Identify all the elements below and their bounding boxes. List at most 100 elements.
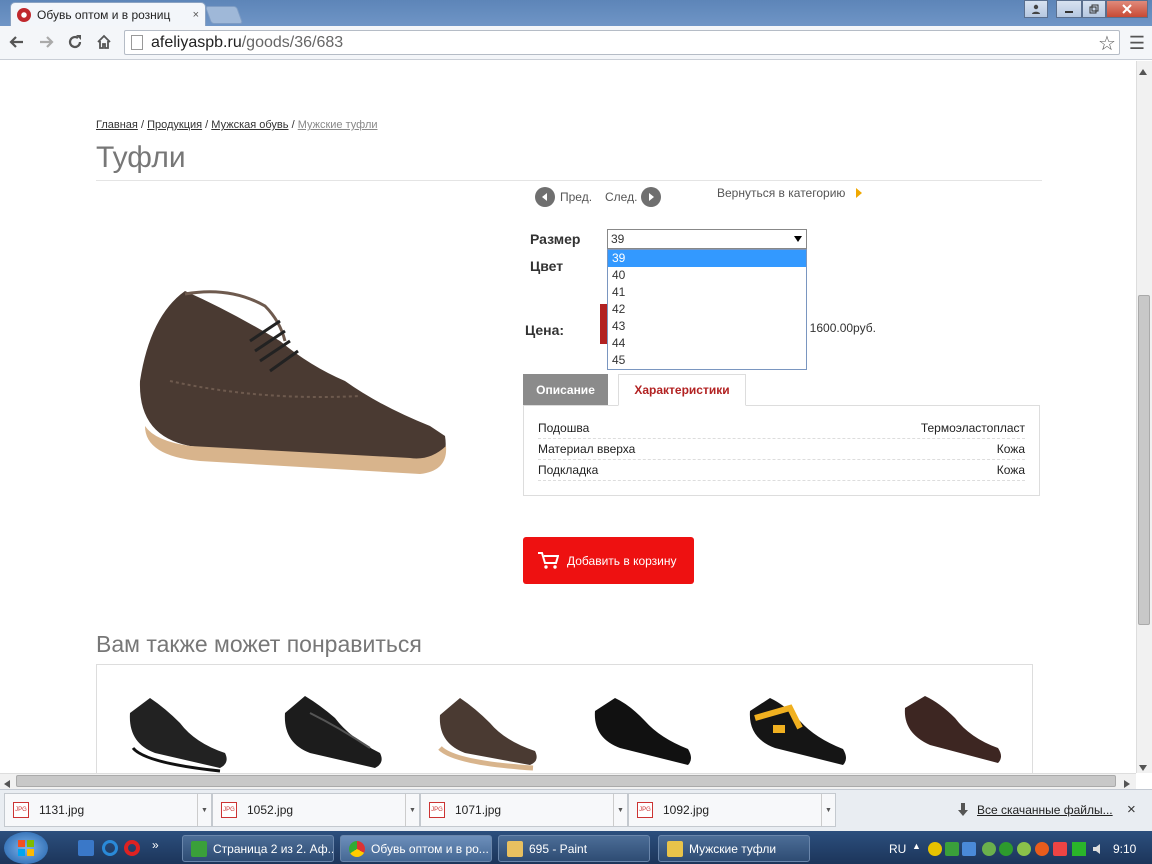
quicklaunch-ie-icon[interactable] [102, 840, 118, 856]
download-item[interactable]: JPG 1131.jpg ▼ [4, 793, 212, 827]
tray-network-icon[interactable] [962, 842, 976, 856]
scroll-down-icon[interactable] [1139, 760, 1147, 774]
tray-app-icon[interactable] [999, 842, 1013, 856]
chevron-down-icon[interactable]: ▼ [405, 794, 419, 826]
chevron-down-icon[interactable]: ▼ [821, 794, 835, 826]
folder-icon [667, 840, 683, 857]
tab-description[interactable]: Описание [523, 374, 608, 406]
tab-specifications[interactable]: Характеристики [618, 374, 746, 406]
scroll-up-icon[interactable] [1139, 64, 1147, 78]
size-option[interactable]: 42 [608, 301, 806, 318]
new-tab-button[interactable] [204, 6, 244, 24]
size-dropdown-list[interactable]: 39 40 41 42 43 44 45 [607, 249, 807, 370]
size-label: Размер [530, 231, 581, 247]
start-button[interactable] [4, 832, 48, 864]
tray-expand-icon[interactable]: ▲ [912, 841, 921, 851]
recommended-product-image[interactable] [900, 693, 1005, 773]
jpg-file-icon: JPG [429, 802, 445, 818]
taskbar-item-active[interactable]: Обувь оптом и в ро... [340, 835, 492, 862]
size-option[interactable]: 40 [608, 267, 806, 284]
all-downloads-link[interactable]: Все скачанные файлы... [977, 803, 1113, 817]
quicklaunch-overflow-icon[interactable]: » [152, 838, 159, 852]
home-icon[interactable] [92, 30, 116, 54]
breadcrumb-separator: / [291, 119, 295, 131]
chevron-down-icon[interactable]: ▼ [197, 794, 211, 826]
restore-button[interactable] [1082, 0, 1106, 18]
download-item[interactable]: JPG 1071.jpg ▼ [420, 793, 628, 827]
size-option[interactable]: 44 [608, 335, 806, 352]
back-arrow-icon[interactable] [5, 30, 29, 54]
clock[interactable]: 9:10 [1113, 842, 1136, 856]
tab-close-icon[interactable]: × [193, 9, 199, 21]
close-downloads-icon[interactable]: × [1127, 801, 1136, 818]
site-favicon-icon [17, 7, 31, 22]
size-option[interactable]: 45 [608, 352, 806, 369]
page-viewport: Главная / Продукция / Мужская обувь / Му… [0, 61, 1136, 773]
recommended-product-image[interactable] [590, 693, 695, 773]
browser-tab[interactable]: Обувь оптом и в розниц × [10, 2, 206, 26]
windows-logo-icon [18, 840, 34, 856]
spec-row: Подошва Термоэластопласт [538, 418, 1025, 439]
jpg-file-icon: JPG [637, 802, 653, 818]
forward-arrow-icon[interactable] [34, 30, 58, 54]
spec-name: Подкладка [538, 463, 599, 477]
size-option[interactable]: 39 [608, 250, 806, 267]
reload-icon[interactable] [63, 30, 87, 54]
breadcrumb-home-link[interactable]: Главная [96, 119, 138, 131]
recommended-product-image[interactable] [745, 693, 850, 773]
language-indicator[interactable]: RU [889, 842, 906, 856]
next-arrow-icon[interactable] [641, 187, 661, 207]
tray-app-icon[interactable] [1035, 842, 1049, 856]
quicklaunch-opera-icon[interactable] [124, 840, 140, 856]
taskbar-item-label: Мужские туфли [689, 841, 777, 856]
back-to-category-link[interactable]: Вернуться в категорию [717, 186, 845, 200]
download-item[interactable]: JPG 1092.jpg ▼ [628, 793, 836, 827]
taskbar-item-label: 695 - Paint [529, 841, 588, 856]
taskbar-item-label: Обувь оптом и в ро... [371, 841, 489, 856]
recommended-product-image[interactable] [435, 693, 540, 773]
spec-name: Подошва [538, 421, 590, 435]
tray-app-icon[interactable] [1017, 842, 1031, 856]
page-title: Туфли [96, 141, 186, 174]
profile-icon[interactable] [1024, 0, 1048, 18]
download-filename: 1131.jpg [39, 803, 85, 817]
breadcrumb-current[interactable]: Мужские туфли [298, 119, 378, 131]
bookmark-star-icon[interactable]: ☆ [1095, 31, 1119, 55]
prev-arrow-icon[interactable] [535, 187, 555, 207]
taskbar-item[interactable]: Страница 2 из 2. Аф... [182, 835, 334, 862]
recommended-product-image[interactable] [125, 693, 230, 773]
taskbar-item[interactable]: Мужские туфли [658, 835, 810, 862]
chrome-menu-icon[interactable]: ☰ [1125, 31, 1149, 55]
size-select[interactable]: 39 [607, 229, 807, 249]
add-to-cart-button[interactable]: Добавить в корзину [523, 537, 694, 584]
tray-app-icon[interactable] [982, 842, 996, 856]
tray-app-icon[interactable] [1072, 842, 1086, 856]
size-option[interactable]: 41 [608, 284, 806, 301]
taskbar-item[interactable]: 695 - Paint [498, 835, 650, 862]
next-link[interactable]: След. [605, 190, 637, 204]
prev-link[interactable]: Пред. [560, 190, 592, 204]
breadcrumb-products-link[interactable]: Продукция [147, 119, 202, 131]
close-window-button[interactable] [1106, 0, 1148, 18]
size-option[interactable]: 43 [608, 318, 806, 335]
quicklaunch-explorer-icon[interactable] [78, 840, 94, 856]
tray-app-icon[interactable] [945, 842, 959, 856]
vertical-scroll-thumb[interactable] [1138, 295, 1150, 625]
volume-icon[interactable] [1092, 842, 1106, 856]
horizontal-scroll-thumb[interactable] [16, 775, 1116, 787]
tray-app-icon[interactable] [1053, 842, 1067, 856]
jpg-file-icon: JPG [221, 802, 237, 818]
spec-row: Материал вверха Кожа [538, 439, 1025, 460]
download-filename: 1092.jpg [663, 803, 710, 817]
chevron-down-icon[interactable]: ▼ [613, 794, 627, 826]
recommended-product-image[interactable] [280, 693, 385, 773]
minimize-button[interactable] [1056, 0, 1082, 18]
address-bar[interactable]: afeliyaspb.ru/goods/36/683 [124, 30, 1120, 55]
breadcrumb-mens-shoes-link[interactable]: Мужская обувь [211, 119, 288, 131]
color-label: Цвет [530, 258, 564, 274]
recommendations-title: Вам также может понравиться [96, 631, 422, 657]
spec-value: Кожа [996, 442, 1025, 456]
tray-app-icon[interactable] [928, 842, 942, 856]
category-arrow-icon[interactable] [856, 187, 862, 201]
download-item[interactable]: JPG 1052.jpg ▼ [212, 793, 420, 827]
